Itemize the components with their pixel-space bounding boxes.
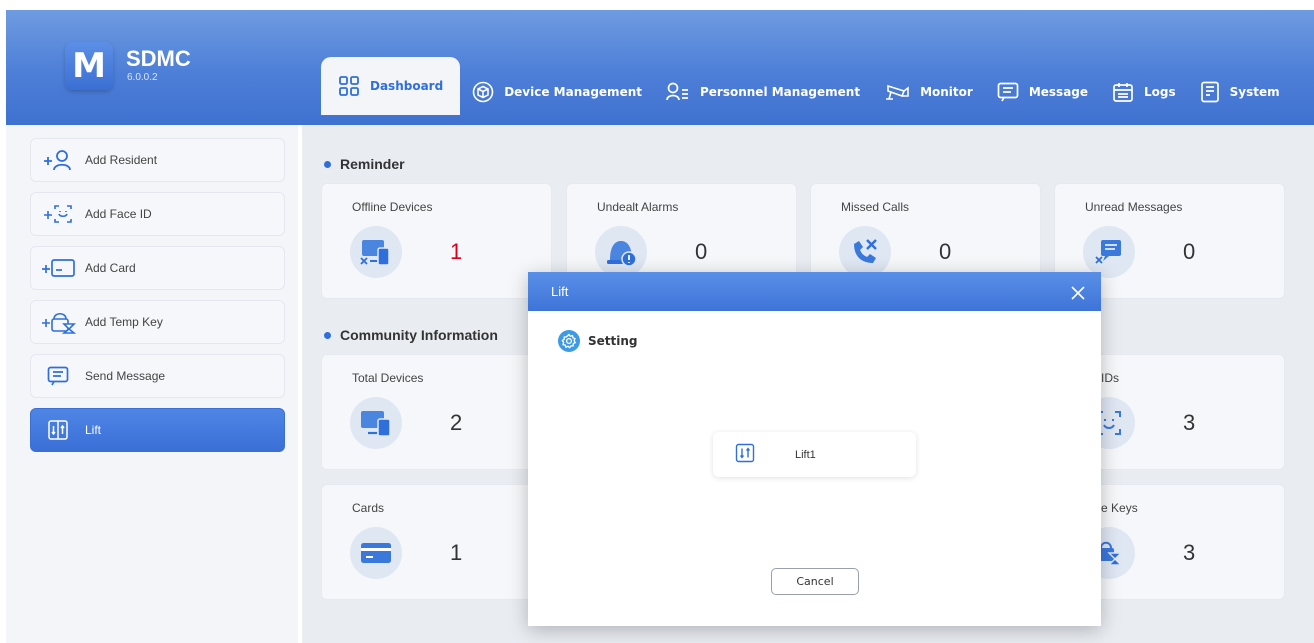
sidebar-item-add-resident[interactable]: Add Resident (30, 138, 285, 182)
sidebar-item-send-message[interactable]: Send Message (30, 354, 285, 398)
dialog-header: Lift (528, 272, 1101, 311)
person-list-icon (666, 82, 690, 102)
card-value: 1 (450, 239, 463, 264)
tab-system[interactable]: System (1188, 69, 1292, 115)
tab-personnel-management[interactable]: Personnel Management (654, 69, 872, 115)
sidebar-item-label: Send Message (85, 369, 166, 383)
message-icon (997, 82, 1019, 102)
bullet-dot (324, 160, 331, 168)
add-temp-key-icon (31, 310, 85, 334)
add-person-icon (31, 149, 85, 171)
card-label: Undealt Alarms (597, 200, 679, 214)
tab-label: System (1229, 85, 1280, 99)
app-window: M SDMC 6.0.0.2 Dashboard Device Manageme… (0, 0, 1314, 643)
tab-label: Personnel Management (699, 85, 861, 99)
card-value: 1 (450, 540, 463, 565)
sidebar-item-label: Lift (85, 423, 102, 437)
close-icon[interactable] (1067, 280, 1089, 302)
add-card-icon (31, 257, 85, 279)
card-total-devices[interactable]: Total Devices 2 (321, 354, 552, 470)
tab-label: Dashboard (370, 79, 444, 93)
card-value: 0 (1183, 239, 1196, 264)
gear-icon (558, 330, 580, 352)
offline-device-icon (350, 226, 402, 278)
card-label: Total Devices (352, 371, 424, 385)
cancel-button[interactable]: Cancel (771, 568, 859, 595)
lift-list-item[interactable]: Lift1 (713, 432, 916, 477)
card-value: 0 (939, 239, 952, 264)
sidebar-item-add-face-id[interactable]: Add Face ID (30, 192, 285, 236)
card-cards[interactable]: Cards 1 (321, 484, 552, 600)
devices-icon (350, 397, 402, 449)
dialog-title: Lift (551, 284, 569, 299)
dashboard-grid-icon (338, 75, 360, 97)
document-icon (1200, 81, 1220, 103)
missed-call-icon (839, 226, 891, 278)
sidebar: Add Resident Add Face ID Add Card Add Te… (6, 125, 298, 643)
sidebar-item-add-temp-key[interactable]: Add Temp Key (30, 300, 285, 344)
section-title-text: Community Information (340, 327, 498, 343)
tab-monitor[interactable]: Monitor (872, 69, 985, 115)
card-offline-devices[interactable]: Offline Devices 1 (321, 183, 552, 299)
card-label: Cards (352, 501, 385, 515)
tab-logs[interactable]: Logs (1100, 69, 1188, 115)
card-icon (350, 527, 402, 579)
sidebar-item-label: Add Card (85, 261, 136, 275)
card-value: 3 (1183, 410, 1196, 435)
card-label: Unread Messages (1085, 200, 1183, 214)
card-label: Offline Devices (352, 200, 433, 214)
lift-dialog: Lift Setting Lift1 Cancel (528, 272, 1101, 626)
bullet-dot (324, 331, 331, 339)
app-name: SDMC (126, 46, 191, 71)
cube-icon (472, 81, 494, 103)
tab-label: Device Management (504, 85, 642, 99)
reminder-section-title: Reminder (324, 156, 405, 172)
card-value: 2 (450, 410, 463, 435)
sidebar-item-lift[interactable]: Lift (30, 408, 285, 452)
send-message-icon (31, 366, 85, 386)
card-value: 3 (1183, 540, 1196, 565)
section-title-text: Reminder (340, 156, 405, 172)
tab-dashboard[interactable]: Dashboard (321, 57, 461, 115)
dialog-section-label: Setting (588, 334, 638, 348)
sidebar-item-label: Add Temp Key (85, 315, 163, 329)
camera-icon (884, 82, 910, 102)
sidebar-item-label: Add Resident (85, 153, 158, 167)
alarm-icon (595, 226, 647, 278)
top-strip (0, 0, 1314, 10)
tab-device-management[interactable]: Device Management (460, 69, 654, 115)
app-version: 6.0.0.2 (127, 72, 158, 83)
lift-item-label: Lift1 (795, 448, 816, 461)
community-section-title: Community Information (324, 327, 498, 343)
sidebar-item-add-card[interactable]: Add Card (30, 246, 285, 290)
card-label: Missed Calls (841, 200, 910, 214)
card-value: 0 (695, 239, 708, 264)
tab-label: Logs (1144, 85, 1176, 99)
app-logo: M (65, 42, 113, 90)
tab-label: Message (1028, 85, 1089, 99)
add-face-scan-icon (31, 203, 85, 225)
dialog-section-heading: Setting (558, 330, 638, 352)
unread-message-icon (1083, 226, 1135, 278)
lift-icon (31, 419, 85, 441)
calendar-icon (1112, 81, 1134, 103)
sidebar-item-label: Add Face ID (85, 207, 152, 221)
main-nav: Dashboard Device Management Personnel Ma… (321, 57, 1292, 115)
lift-icon (735, 443, 755, 466)
tab-message[interactable]: Message (985, 69, 1100, 115)
tab-label: Monitor (920, 85, 973, 99)
